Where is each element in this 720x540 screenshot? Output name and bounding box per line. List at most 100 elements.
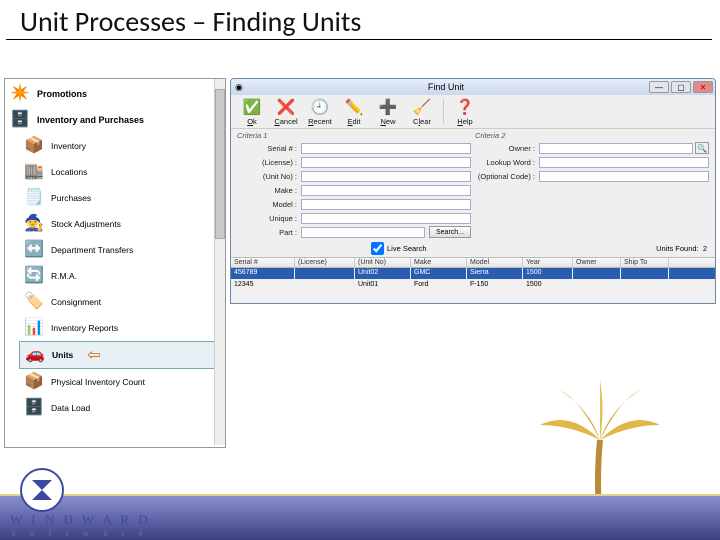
recent-button[interactable]: 🕘Recent xyxy=(303,97,337,126)
sidebar-item-label: Inventory xyxy=(51,141,86,151)
live-search-checkbox[interactable]: Live Search xyxy=(371,242,427,255)
model-label: Model : xyxy=(237,200,297,209)
building-icon: 🏬 xyxy=(23,161,45,183)
col-owner[interactable]: Owner xyxy=(573,258,621,268)
slide-title: Unit Processes – Finding Units xyxy=(6,0,712,40)
sidebar-item-label: Data Load xyxy=(51,403,90,413)
sidebar-item-units[interactable]: 🚗 Units ⇦ xyxy=(19,341,216,369)
scrollbar-thumb[interactable] xyxy=(215,89,225,239)
windward-logo: W I N D W A R D s o f t w a r e xyxy=(10,468,151,538)
sidebar-heading-inventory[interactable]: 🗄️ Inventory and Purchases xyxy=(5,107,219,133)
unique-input[interactable] xyxy=(301,213,471,224)
cell: GMC xyxy=(411,268,467,280)
edit-button[interactable]: ✏️Edit xyxy=(337,97,371,126)
sidebar-scrollbar[interactable] xyxy=(214,79,225,445)
app-orb-icon: ◉ xyxy=(235,82,243,93)
search-status-bar: Live Search Units Found: 2 xyxy=(231,242,715,257)
serial-input[interactable] xyxy=(301,143,471,154)
toolbar-separator xyxy=(443,99,444,124)
sidebar-heading-label: Inventory and Purchases xyxy=(37,115,144,125)
cell: Ford xyxy=(411,280,467,292)
lookup-input[interactable] xyxy=(539,157,709,168)
units-found-label: Units Found: xyxy=(656,244,699,253)
help-button[interactable]: ❓Help xyxy=(448,97,482,126)
new-icon: ➕ xyxy=(378,97,398,117)
maximize-button[interactable]: ▢ xyxy=(671,81,691,93)
sidebar-item-label: Inventory Reports xyxy=(51,323,118,333)
part-input[interactable] xyxy=(301,227,425,238)
col-unitno[interactable]: (Unit No) xyxy=(355,258,411,268)
sidebar-item-data-load[interactable]: 🗄️ Data Load xyxy=(5,395,219,421)
live-search-input[interactable] xyxy=(371,242,384,255)
col-year[interactable]: Year xyxy=(523,258,573,268)
sidebar-item-inventory[interactable]: 📦 Inventory xyxy=(5,133,219,159)
col-license[interactable]: (License) xyxy=(295,258,355,268)
cell xyxy=(669,280,716,292)
sidebar-item-label: Purchases xyxy=(51,193,91,203)
col-serial[interactable]: Serial # xyxy=(231,258,295,268)
compass-icon xyxy=(20,468,64,512)
col-model[interactable]: Model xyxy=(467,258,523,268)
window-titlebar: ◉ Find Unit ― ▢ ✕ xyxy=(231,79,715,95)
search-button[interactable]: Search... xyxy=(429,226,471,238)
ok-button[interactable]: ✅Ok xyxy=(235,97,269,126)
recent-icon: 🕘 xyxy=(310,97,330,117)
unitno-input[interactable] xyxy=(301,171,471,182)
criteria1-label: Criteria 1 xyxy=(237,131,471,140)
cell: F-150 xyxy=(467,280,523,292)
cell xyxy=(573,268,621,280)
owner-lookup-button[interactable]: 🔍 xyxy=(695,142,709,154)
sidebar-heading-promotions[interactable]: ✴️ Promotions xyxy=(5,81,219,107)
sidebar-heading-label: Promotions xyxy=(37,89,87,99)
sidebar-item-rma[interactable]: 🔄 R.M.A. xyxy=(5,263,219,289)
col-shipto[interactable]: Ship To xyxy=(621,258,669,268)
model-input[interactable] xyxy=(301,199,471,210)
sidebar-item-inventory-reports[interactable]: 📊 Inventory Reports xyxy=(5,315,219,341)
sidebar-item-stock-adj[interactable]: 🧙 Stock Adjustments xyxy=(5,211,219,237)
optional-label: (Optional Code) : xyxy=(475,172,535,181)
sidebar-panel: ✴️ Promotions 🗄️ Inventory and Purchases… xyxy=(4,78,226,448)
cell: 1500 xyxy=(523,280,573,292)
car-icon: 🚗 xyxy=(24,344,46,366)
cell: Unit01 xyxy=(355,280,411,292)
box-icon: 📦 xyxy=(23,135,45,157)
sidebar-item-label: Units xyxy=(52,350,73,360)
new-button[interactable]: ➕New xyxy=(371,97,405,126)
sidebar-item-dept-transfers[interactable]: ↔️ Department Transfers xyxy=(5,237,219,263)
part-label: Part : xyxy=(237,228,297,237)
star-icon: ✴️ xyxy=(9,83,31,105)
make-input[interactable] xyxy=(301,185,471,196)
optional-input[interactable] xyxy=(539,171,709,182)
owner-input[interactable] xyxy=(539,143,693,154)
tag-icon: 🏷️ xyxy=(23,291,45,313)
cell xyxy=(573,280,621,292)
results-grid: Serial # (License) (Unit No) Make Model … xyxy=(231,257,715,292)
sidebar-item-physical-count[interactable]: 📦 Physical Inventory Count xyxy=(5,369,219,395)
sidebar-item-purchases[interactable]: 🗒️ Purchases xyxy=(5,185,219,211)
window-toolbar: ✅Ok ❌Cancel 🕘Recent ✏️Edit ➕New 🧹Clear ❓… xyxy=(231,95,715,129)
license-input[interactable] xyxy=(301,157,471,168)
grid-header[interactable]: Serial # (License) (Unit No) Make Model … xyxy=(231,258,715,268)
sidebar-item-locations[interactable]: 🏬 Locations xyxy=(5,159,219,185)
close-button[interactable]: ✕ xyxy=(693,81,713,93)
clear-button[interactable]: 🧹Clear xyxy=(405,97,439,126)
grid-row[interactable]: 456789 Unit02 GMC Sierra 1500 xyxy=(231,268,715,280)
cell: Unit02 xyxy=(355,268,411,280)
grid-row[interactable]: 12345 Unit01 Ford F-150 1500 xyxy=(231,280,715,292)
col-make[interactable]: Make xyxy=(411,258,467,268)
cell: 12345 xyxy=(231,280,295,292)
transfer-icon: ↔️ xyxy=(23,239,45,261)
box-count-icon: 📦 xyxy=(23,371,45,393)
cell xyxy=(669,268,716,280)
clear-icon: 🧹 xyxy=(412,97,432,117)
sidebar-item-consignment[interactable]: 🏷️ Consignment xyxy=(5,289,219,315)
return-icon: 🔄 xyxy=(23,265,45,287)
cancel-button[interactable]: ❌Cancel xyxy=(269,97,303,126)
wizard-icon: 🧙 xyxy=(23,213,45,235)
minimize-button[interactable]: ― xyxy=(649,81,669,93)
report-icon: 📊 xyxy=(23,317,45,339)
callout-arrow-icon: ⇦ xyxy=(87,345,100,365)
units-found-value: 2 xyxy=(703,244,707,253)
dataload-icon: 🗄️ xyxy=(23,397,45,419)
make-label: Make : xyxy=(237,186,297,195)
